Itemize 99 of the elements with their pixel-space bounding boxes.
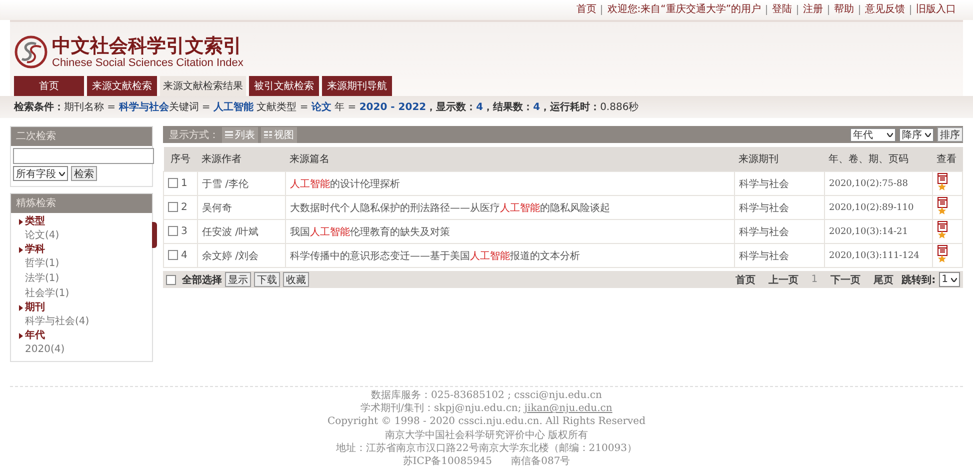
title-link[interactable]: 我国人工智能伦理教育的缺失及对策 [286,220,734,244]
column-header: 序号 [164,147,198,172]
table-cell: 科学与社会 [734,172,824,196]
pager-link[interactable]: 首页 [730,272,760,286]
caret-icon [59,172,65,176]
title-link[interactable]: 人工智能的设计伦理探析 [286,172,734,196]
top-link[interactable]: 注册 [797,5,828,15]
footer-text: 南信备087号 [511,456,570,468]
collapse-handle[interactable] [152,222,157,248]
panel-title: 二次检索 [11,127,152,146]
top-link[interactable]: 帮助 [828,5,859,15]
panel-title: 精炼检索 [11,194,152,213]
pager-link[interactable]: 下一页 [826,272,866,286]
table-cell: 于雪 /李伦 [198,172,286,196]
facet-group[interactable]: 期刊 [11,301,152,314]
checkbox[interactable] [166,274,176,284]
column-header: 来源作者 [198,147,286,172]
footer-text: 苏ICP备10085945 [402,456,492,468]
table-cell: 科学与社会 [734,220,824,244]
facet-item[interactable]: 哲学(1) [11,256,152,271]
nav-tab[interactable]: 首页 [14,76,84,96]
title-link[interactable]: 科学传播中的意识形态变迁——基于美国人工智能报道的文本分析 [286,244,734,268]
column-header: 查看 [932,147,962,172]
nav-tab[interactable]: 来源期刊导航 [322,76,392,96]
footer-text: 地址：江苏省南京市汉口路22号南京大学东北楼（邮编：210093） [336,442,637,456]
footer-text: 学术期刊/集刊：skpj@nju.edu.cn; [360,403,522,414]
pdf-star-icon[interactable] [937,197,949,215]
column-header: 来源篇名 [286,147,734,172]
facet-item[interactable]: 论文(4) [11,228,152,243]
page-select[interactable]: 1 [938,272,960,287]
action-button[interactable]: 显示 [225,272,251,287]
grid-icon [264,131,272,138]
action-button[interactable]: 收藏 [283,272,309,287]
table-cell: 4 [164,244,198,268]
sort-field-select[interactable]: 年代 [850,128,896,142]
caret-icon [951,278,957,282]
nav-tab[interactable]: 来源文献检索 [87,76,157,96]
facet-item[interactable]: 社会学(1) [11,286,152,301]
facet-group[interactable]: 学科 [11,243,152,256]
facet-group[interactable]: 年代 [11,329,152,342]
triangle-icon [19,333,23,339]
table-cell: 科学与社会 [734,244,824,268]
column-header: 年、卷、期、页码 [824,147,932,172]
checkbox[interactable] [168,226,178,236]
table-cell: 2 [164,196,198,220]
footer-text: Copyright © 1998 - 2020 cssci.nju.edu.cn. All Rights Reserved [327,415,646,429]
table-cell: 吴何奇 [198,196,286,220]
list-icon [225,131,233,138]
facet-group[interactable]: 类型 [11,215,152,228]
table-cell: 2020,10(2):89-110 [824,196,932,220]
sort-button[interactable]: 排序 [937,127,963,142]
search-button[interactable]: 检索 [71,166,97,181]
top-link[interactable]: 首页 [571,5,602,15]
select-all-label[interactable]: 全部选择 [182,272,222,286]
site-subtitle: Chinese Social Sciences Citation Index [52,57,244,69]
triangle-icon [19,247,23,253]
checkbox[interactable] [168,250,178,260]
table-cell: 1 [164,172,198,196]
top-link[interactable]: 旧版入口 [910,5,961,15]
sort-order-select[interactable]: 降序 [899,128,934,142]
pager-link[interactable]: 尾页 [868,272,899,286]
table-cell: 2020,10(3):14-21 [824,220,932,244]
logo-icon [14,35,48,69]
pdf-star-icon[interactable] [937,245,949,263]
table-cell: 2020,10(3):111-124 [824,244,932,268]
facet-item[interactable]: 科学与社会(4) [11,314,152,329]
nav-tab[interactable]: 来源文献检索结果 [160,76,246,96]
triangle-icon [19,305,23,311]
caret-icon [887,132,893,136]
top-link[interactable]: 欢迎您:来自“重庆交通大学”的用户 [601,5,766,15]
jump-label: 跳转到: [902,274,936,286]
search-condition: 检索条件：期刊名称 = 科学与社会关键词 = 人工智能 文献类型 = 论文 年 = 2020 - 2022，显示数：4，结果数：4，运行耗时：0.886秒 [0,96,973,118]
column-header: 来源期刊 [734,147,824,172]
display-mode-label: 显示方式： [169,128,219,142]
facet-item[interactable]: 法学(1) [11,271,152,286]
table-cell: 科学与社会 [734,196,824,220]
title-link[interactable]: 大数据时代个人隐私保护的刑法路径——从医疗人工智能的隐私风险谈起 [286,196,734,220]
top-link[interactable]: 登陆 [766,5,797,15]
pager-link[interactable]: 上一页 [763,272,804,286]
checkbox[interactable] [168,202,178,212]
action-button[interactable]: 下载 [254,272,280,287]
site-title: 中文社会科学引文索引 [52,35,243,57]
triangle-icon [19,219,23,225]
table-cell: 任安波 /叶斌 [198,220,286,244]
email-link[interactable]: jikan@nju.edu.cn [524,403,612,414]
checkbox[interactable] [168,178,178,188]
top-link[interactable]: 意见反馈 [859,5,910,15]
footer-text: 南京大学中国社会科学研究评价中心 版权所有 [384,428,588,442]
field-select[interactable]: 所有字段 [13,166,68,181]
search-field[interactable] [13,148,154,164]
table-cell: 2020,10(2):75-88 [824,172,932,196]
table-cell: 3 [164,220,198,244]
footer-text: 数据库服务：025-83685102 ; cssci@nju.edu.cn [371,389,602,402]
facet-item[interactable]: 2020(4) [11,342,152,357]
nav-tab[interactable]: 被引文献检索 [249,76,319,96]
pdf-star-icon[interactable] [937,221,949,239]
pdf-star-icon[interactable] [937,173,949,191]
caret-icon [925,132,931,136]
table-cell: 余文婷 /刘会 [198,244,286,268]
